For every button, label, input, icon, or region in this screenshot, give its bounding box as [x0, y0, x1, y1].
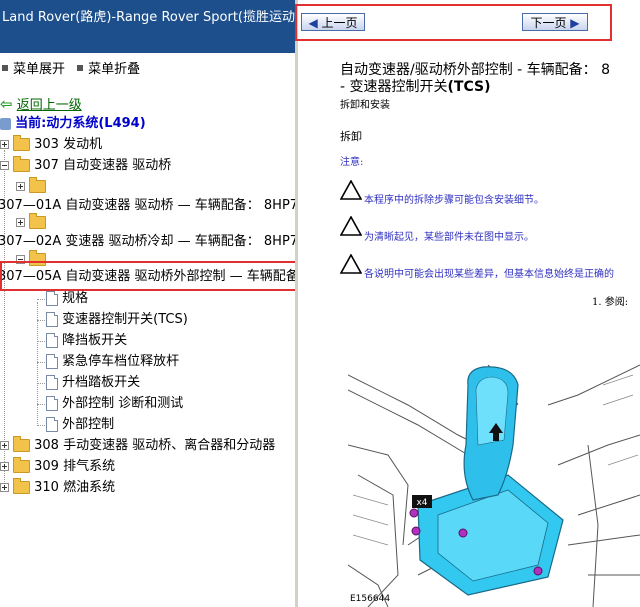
navigation-panel: Land Rover(路虎)-Range Rover Sport(揽胜运动版）-…: [0, 0, 295, 607]
tree-leaf-spec[interactable]: 规格: [46, 290, 88, 308]
note-label: 注意:: [340, 157, 364, 168]
tree-node-307[interactable]: 307 自动变速器 驱动桥: [0, 156, 171, 175]
folder-icon: [29, 177, 46, 193]
collapse-icon: [77, 64, 84, 71]
back-row[interactable]: ⇦ 返回上一级: [0, 95, 82, 113]
document-icon: [46, 312, 58, 327]
figure-id: E156644: [350, 594, 390, 604]
selection-highlight: [0, 261, 295, 291]
folder-icon: [13, 135, 30, 151]
tree-leaf-tcs[interactable]: 变速器控制开关(TCS): [46, 311, 188, 329]
gear-selector-illustration: x4 E156644: [348, 345, 640, 607]
warning-text-2: 为清晰起见，某些部件未在图中显示。: [364, 232, 534, 243]
expand-toggle-icon[interactable]: [16, 218, 25, 227]
document-icon: [46, 396, 58, 411]
back-link[interactable]: 返回上一级: [17, 98, 82, 113]
current-label: 当前:动力系统(L494): [15, 116, 146, 131]
tree-leaf-diagnosis[interactable]: 外部控制 诊断和测试: [46, 395, 183, 413]
back-arrow-icon: ⇦: [0, 95, 13, 113]
warning-triangle-icon: [340, 216, 362, 236]
procedure-heading: 自动变速器/驱动桥外部控制 - 车辆配备： 8 - 变速器控制开关(TCS): [340, 62, 611, 95]
menu-expand-link[interactable]: 菜单展开: [13, 62, 65, 77]
warning-triangle-icon: [340, 254, 362, 274]
current-location: 当前:动力系统(L494): [0, 115, 146, 133]
folder-icon: [13, 436, 30, 452]
tree-leaf-upshift-paddle[interactable]: 升档踏板开关: [46, 374, 140, 392]
step-1-label: 1. 参阅:: [592, 297, 629, 308]
collapse-toggle-icon[interactable]: [0, 161, 9, 170]
tree-leaf-park-release[interactable]: 紧急停车档位释放杆: [46, 353, 179, 371]
warning-text-1: 本程序中的拆除步骤可能包含安装细节。: [364, 195, 544, 206]
navigation-highlight: [295, 4, 612, 41]
document-icon: [46, 291, 58, 306]
procedure-subtitle: 拆卸和安装: [340, 100, 390, 111]
document-title: Land Rover(路虎)-Range Rover Sport(揽胜运动版）-…: [0, 0, 295, 53]
folder-icon: [29, 213, 46, 229]
tree-node-310[interactable]: 310 燃油系统: [0, 478, 115, 497]
expand-toggle-icon[interactable]: [0, 441, 9, 450]
tree-node-307-01A[interactable]: 307—01A 自动变速器 驱动桥 — 车辆配备： 8HP70: [0, 197, 295, 215]
folder-icon: [13, 478, 30, 494]
tree-node-307-02A[interactable]: 307—02A 变速器 驱动桥冷却 — 车辆配备： 8HP70: [0, 233, 295, 251]
expand-icon: [2, 64, 8, 71]
tree-node-308[interactable]: 308 手动变速器 驱动桥、离合器和分动器: [0, 436, 275, 455]
tree-node-303[interactable]: 303 发动机: [0, 135, 102, 154]
document-icon: [46, 417, 58, 432]
tree-leaf-downshift-paddle[interactable]: 降挡板开关: [46, 332, 127, 350]
tree-node-307-02A-toggle[interactable]: [16, 213, 46, 232]
document-icon: [46, 333, 58, 348]
warning-text-3: 各说明中可能会出现某些差异，但基本信息始终是正确的: [364, 269, 614, 280]
tree-node-309[interactable]: 309 排气系统: [0, 457, 115, 476]
document-icon: [46, 375, 58, 390]
home-icon: [0, 117, 11, 130]
removal-label: 拆卸: [340, 130, 362, 143]
warning-triangle-icon: [340, 180, 362, 200]
tree-leaf-external-controls[interactable]: 外部控制: [46, 416, 114, 434]
menu-collapse-link[interactable]: 菜单折叠: [88, 62, 140, 77]
screw-count-callout: x4: [416, 498, 427, 508]
tree-node-307-01A-toggle[interactable]: [16, 177, 46, 196]
folder-icon: [13, 457, 30, 473]
expand-toggle-icon[interactable]: [0, 140, 9, 149]
content-panel: ◀ 上一页 下一页 ▶ 自动变速器/驱动桥外部控制 - 车辆配备： 8 - 变速…: [298, 0, 640, 607]
menu-toolbar: 菜单展开 菜单折叠: [0, 58, 140, 77]
expand-toggle-icon[interactable]: [0, 483, 9, 492]
expand-toggle-icon[interactable]: [16, 182, 25, 191]
document-icon: [46, 354, 58, 369]
folder-icon: [13, 156, 30, 172]
expand-toggle-icon[interactable]: [0, 462, 9, 471]
